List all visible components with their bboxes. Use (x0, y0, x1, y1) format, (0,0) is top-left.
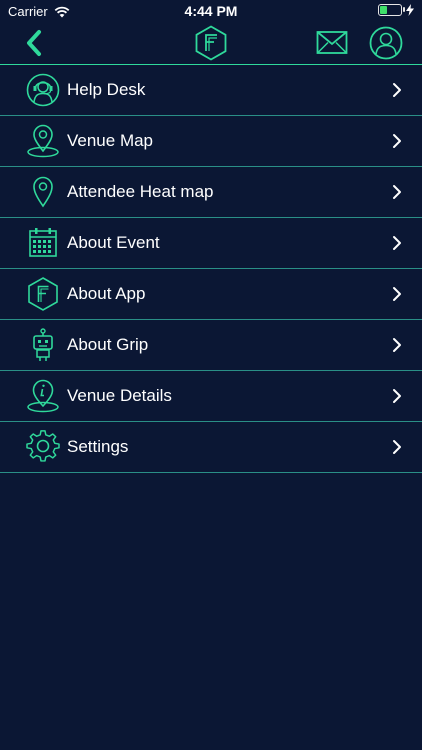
chevron-right-icon (392, 82, 402, 98)
battery-icon (378, 4, 405, 16)
menu-item-about-event[interactable]: About Event (0, 218, 422, 269)
menu-item-about-app[interactable]: About App (0, 269, 422, 320)
chevron-right-icon (392, 286, 402, 302)
support-agent-icon (24, 72, 62, 108)
back-button[interactable] (22, 28, 50, 58)
info-pin-icon (24, 378, 62, 414)
charging-bolt-icon (406, 4, 414, 16)
menu-item-label: Attendee Heat map (67, 182, 214, 201)
menu-item-label: About Event (67, 233, 160, 252)
navigation-bar (0, 22, 422, 65)
calendar-icon (24, 225, 62, 261)
menu-item-attendee-heat-map[interactable]: Attendee Heat map (0, 167, 422, 218)
menu-list: Help Desk Venue Map Attendee Heat map Ab… (0, 65, 422, 473)
messages-button[interactable] (316, 30, 348, 56)
profile-button[interactable] (369, 26, 403, 60)
chevron-right-icon (392, 439, 402, 455)
menu-item-label: Help Desk (67, 80, 146, 99)
menu-item-label: Settings (67, 437, 129, 456)
chevron-right-icon (392, 388, 402, 404)
location-pin-icon (24, 174, 62, 210)
menu-item-about-grip[interactable]: About Grip (0, 320, 422, 371)
app-logo-button[interactable] (193, 25, 229, 61)
menu-item-help-desk[interactable]: Help Desk (0, 65, 422, 116)
hexagon-f-logo-icon (195, 25, 227, 61)
menu-item-venue-details[interactable]: Venue Details (0, 371, 422, 422)
menu-item-label: Venue Details (67, 386, 172, 405)
menu-item-label: About Grip (67, 335, 149, 354)
chevron-right-icon (392, 133, 402, 149)
status-bar: Carrier 4:44 PM (0, 0, 422, 22)
user-profile-icon (369, 26, 403, 60)
status-right (378, 4, 414, 16)
envelope-icon (316, 31, 348, 54)
menu-item-label: About App (67, 284, 146, 303)
chevron-left-icon (27, 30, 41, 56)
gear-icon (24, 429, 62, 465)
robot-icon (24, 327, 62, 363)
chevron-right-icon (392, 337, 402, 353)
chevron-right-icon (392, 235, 402, 251)
battery-fill (380, 6, 387, 14)
menu-item-venue-map[interactable]: Venue Map (0, 116, 422, 167)
hexagon-f-icon (24, 276, 62, 312)
map-pin-icon (24, 123, 62, 159)
chevron-right-icon (392, 184, 402, 200)
menu-item-label: Venue Map (67, 131, 154, 150)
status-time: 4:44 PM (184, 3, 238, 19)
menu-item-settings[interactable]: Settings (0, 422, 422, 473)
